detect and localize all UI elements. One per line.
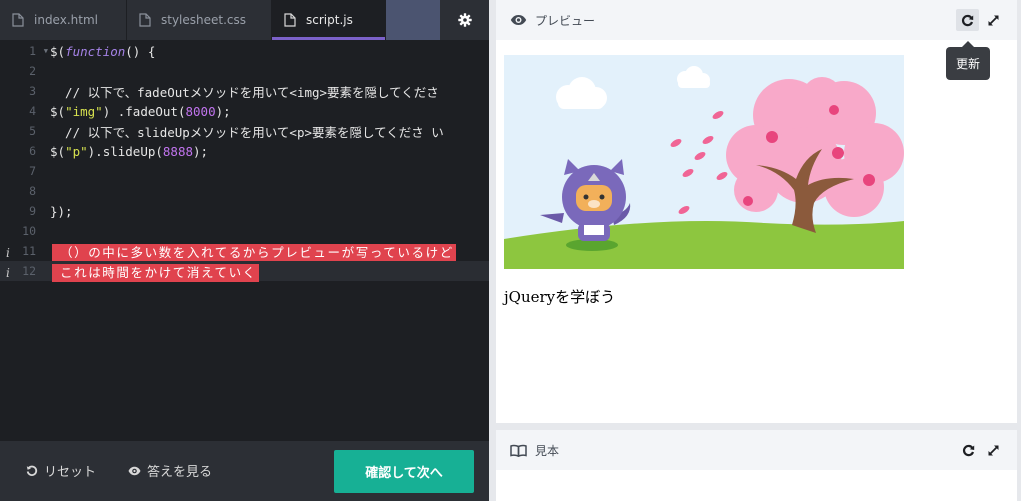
sample-expand-button[interactable] — [985, 441, 1001, 459]
code-text: $("img") .fadeOut(8000); — [50, 103, 231, 119]
expand-icon — [988, 15, 998, 25]
refresh-tooltip: 更新 — [946, 41, 990, 80]
show-answer-button[interactable]: 答えを見る — [128, 461, 212, 480]
sample-title-label: 見本 — [535, 443, 560, 458]
sample-header: 見本 — [496, 430, 1017, 470]
tab-label: index.html — [34, 13, 98, 27]
tab-label: script.js — [306, 13, 353, 27]
refresh-icon — [961, 14, 974, 26]
code-line: 5 // 以下で、slideUpメソッドを用いて<p>要素を隠してくださ い — [0, 121, 489, 141]
info-icon[interactable]: i — [6, 246, 10, 260]
line-number: 3 — [29, 84, 36, 98]
preview-paragraph: jQueryを学ぼう — [504, 288, 616, 306]
line-number: 9 — [29, 204, 36, 218]
info-icon[interactable]: i — [6, 266, 10, 280]
code-comment: // 以下で、fadeOutメソッドを用いて<img>要素を隠してくださ — [50, 84, 439, 100]
code-line: 4 $("img") .fadeOut(8000); — [0, 101, 489, 121]
code-text: これは時間をかけて消えていく — [50, 262, 259, 282]
settings-button[interactable] — [440, 0, 489, 40]
reset-label: リセット — [44, 465, 97, 480]
expand-icon — [988, 445, 998, 455]
refresh-icon — [962, 444, 974, 456]
preview-pane: プレビュー jQueryを学ぼう — [496, 0, 1017, 423]
tab-script-js[interactable]: script.js — [272, 0, 386, 40]
code-line: 10 — [0, 221, 489, 241]
code-text: }); — [50, 203, 73, 219]
line-number: 10 — [22, 224, 36, 238]
code-line: 9 }); — [0, 201, 489, 221]
code-editor-pane: index.html stylesheet.css script.js 1 ▼ … — [0, 0, 489, 501]
confirm-next-button[interactable]: 確認して次へ — [334, 450, 474, 493]
file-icon — [284, 13, 296, 27]
code-line: 6 $("p").slideUp(8888); — [0, 141, 489, 161]
sample-pane: 見本 — [496, 430, 1017, 501]
line-number: 8 — [29, 184, 36, 198]
editor-footer: リセット 答えを見る 確認して次へ — [0, 441, 489, 501]
tab-stylesheet-css[interactable]: stylesheet.css — [127, 0, 272, 40]
tab-bar-filler — [386, 0, 440, 40]
refresh-button[interactable] — [956, 9, 979, 31]
error-highlighted-text: （）の中に多い数を入れてるからプレビューが写っているけど — [52, 243, 456, 262]
book-icon — [510, 444, 527, 457]
code-text: （）の中に多い数を入れてるからプレビューが写っているけど — [50, 242, 456, 262]
file-icon — [139, 13, 151, 27]
code-line-error-current: i 12 これは時間をかけて消えていく — [0, 261, 489, 282]
sample-refresh-button[interactable] — [959, 441, 977, 459]
expand-button[interactable] — [985, 11, 1001, 29]
code-line-error: i 11 （）の中に多い数を入れてるからプレビューが写っているけど — [0, 241, 489, 262]
line-number: 7 — [29, 164, 36, 178]
fold-arrow-icon[interactable]: ▼ — [44, 47, 48, 55]
line-number: 4 — [29, 104, 36, 118]
ninja-sakura-illustration — [504, 55, 904, 269]
code-line: 1 ▼ $(function() { — [0, 41, 489, 61]
line-number: i 11 — [6, 244, 36, 260]
editor-tabs: index.html stylesheet.css script.js — [0, 0, 489, 40]
sample-title: 見本 — [510, 442, 559, 459]
line-number: 6 — [29, 144, 36, 158]
reset-icon — [26, 465, 38, 476]
code-area[interactable]: 1 ▼ $(function() { 2 3 // 以下で、fadeOutメソッド… — [0, 40, 489, 440]
preview-header: プレビュー — [496, 0, 1017, 40]
code-line: 7 — [0, 161, 489, 181]
code-line: 8 — [0, 181, 489, 201]
code-comment: // 以下で、slideUpメソッドを用いて<p>要素を隠してくださ い — [50, 124, 444, 140]
preview-title: プレビュー — [510, 12, 595, 29]
code-text: $("p").slideUp(8888); — [50, 143, 209, 159]
gear-icon — [457, 13, 472, 27]
file-icon — [12, 13, 24, 27]
reset-button[interactable]: リセット — [26, 461, 96, 480]
preview-title-label: プレビュー — [535, 13, 596, 28]
line-number: i 12 — [6, 264, 36, 280]
tab-label: stylesheet.css — [161, 13, 247, 27]
eye-icon — [510, 15, 527, 25]
show-answer-label: 答えを見る — [147, 465, 213, 480]
code-text: $(function() { — [50, 43, 156, 59]
eye-icon — [128, 466, 141, 475]
error-highlighted-text: これは時間をかけて消えていく — [52, 263, 259, 282]
code-line: 3 // 以下で、fadeOutメソッドを用いて<img>要素を隠してくださ — [0, 81, 489, 101]
app-root: index.html stylesheet.css script.js 1 ▼ … — [0, 0, 1021, 501]
line-number: 2 — [29, 64, 36, 78]
tab-index-html[interactable]: index.html — [0, 0, 127, 40]
line-number: 5 — [29, 124, 36, 138]
code-line: 2 — [0, 61, 489, 81]
line-number: 1 ▼ — [29, 44, 48, 58]
